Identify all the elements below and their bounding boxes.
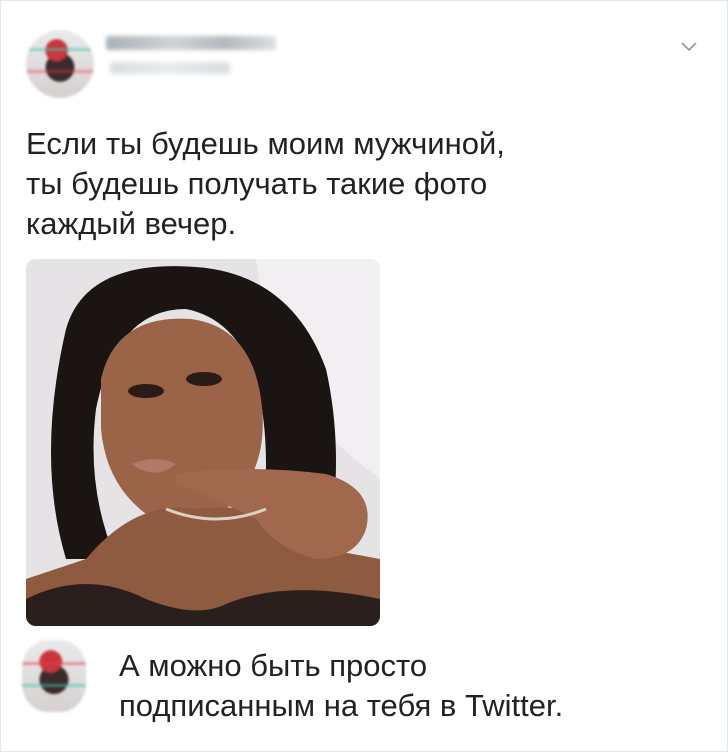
tweet-text: Если ты будешь моим мужчиной, ты будешь … <box>26 126 505 241</box>
tweet-menu-button[interactable] <box>678 36 700 58</box>
reply-avatar[interactable] <box>22 640 86 712</box>
author-avatar[interactable] <box>26 30 94 98</box>
tweet-photo[interactable] <box>26 259 380 626</box>
reply-text: А можно быть просто подписанным на тебя … <box>119 648 564 723</box>
chevron-down-icon <box>681 42 697 52</box>
author-name-redacted <box>106 36 276 50</box>
author-handle-redacted <box>110 62 230 74</box>
photo-illustration <box>26 259 380 626</box>
